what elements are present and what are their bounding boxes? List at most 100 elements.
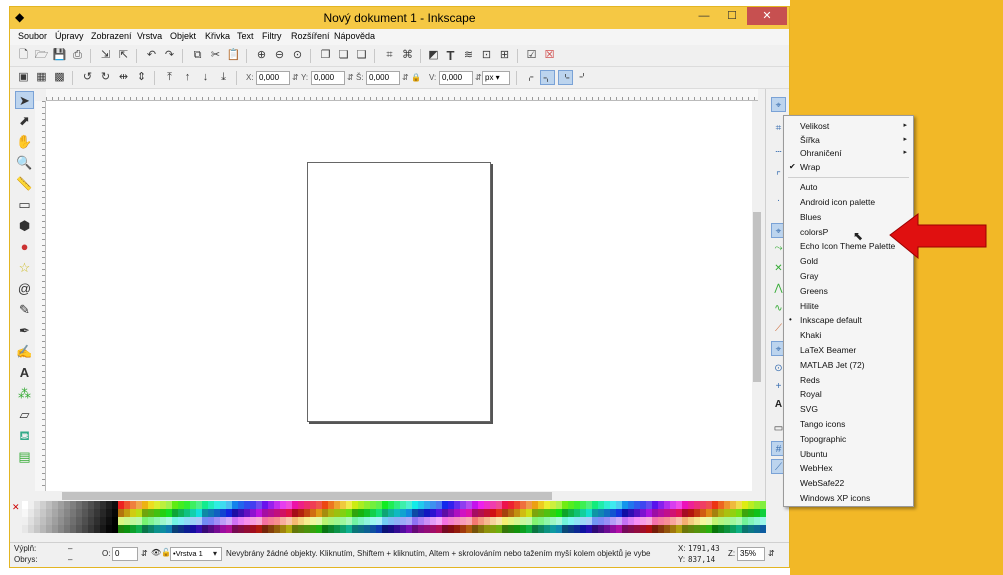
pen-tool-icon[interactable]: ✒ <box>15 322 34 340</box>
palette-item[interactable]: colorsP <box>800 227 828 237</box>
horizontal-scroll-thumb[interactable] <box>62 492 552 500</box>
palette-row[interactable] <box>22 525 768 533</box>
palette-item[interactable]: MATLAB Jet (72) <box>800 360 865 370</box>
pencil-tool-icon[interactable]: ✎ <box>15 301 34 319</box>
move-patterns-icon[interactable]: ⌏ <box>576 70 591 85</box>
fill-stroke-icon[interactable]: ◩ <box>426 48 441 63</box>
unit-select[interactable]: px ▾ <box>482 71 510 85</box>
palette-item-selected[interactable]: Inkscape default <box>800 315 862 325</box>
palette-item[interactable]: Android icon palette <box>800 197 875 207</box>
raise-to-top-icon[interactable]: ⤒ <box>162 70 177 85</box>
color-swatch[interactable] <box>760 517 766 525</box>
palette-scrollbar[interactable] <box>10 533 770 541</box>
palette-item[interactable]: Auto <box>800 182 818 192</box>
close-button[interactable]: ✕ <box>747 7 787 25</box>
palette-item[interactable]: WebHex <box>800 463 832 473</box>
palette-item[interactable]: Windows XP icons <box>800 493 870 503</box>
palette-item[interactable]: Hilite <box>800 301 819 311</box>
zoom-input[interactable]: 35% <box>737 547 765 561</box>
palette-item[interactable]: Blues <box>800 212 821 222</box>
no-paint-icon[interactable]: ✕ <box>12 502 20 513</box>
color-swatch[interactable] <box>760 501 766 509</box>
layers-icon[interactable]: ≋ <box>461 48 476 63</box>
paste-icon[interactable]: 📋 <box>226 48 241 63</box>
text-font-icon[interactable]: T <box>443 48 458 63</box>
x-input[interactable]: 0,000 <box>256 71 290 85</box>
lock-icon[interactable]: 🔒 <box>411 73 421 82</box>
rotate-cw-icon[interactable]: ↻ <box>98 70 113 85</box>
align-distribute-icon[interactable]: ⊞ <box>497 48 512 63</box>
palette-item[interactable]: SVG <box>800 404 818 414</box>
ungroup-icon[interactable]: ⌘ <box>400 48 415 63</box>
height-spin-icon[interactable]: ⇵ <box>475 73 482 82</box>
width-spin-icon[interactable]: ⇵ <box>402 73 409 82</box>
import-icon[interactable]: ⇲ <box>98 48 113 63</box>
height-input[interactable]: 0,000 <box>439 71 473 85</box>
opacity-input[interactable]: 0 <box>112 547 138 561</box>
palette-row[interactable] <box>22 509 768 517</box>
palette-item[interactable]: Gray <box>800 271 818 281</box>
unlink-clone-icon[interactable]: ❑ <box>354 48 369 63</box>
measure-tool-icon[interactable]: 📏 <box>15 175 34 193</box>
scale-corners-icon[interactable]: ⌍ <box>540 70 555 85</box>
lower-to-bottom-icon[interactable]: ⤓ <box>216 70 231 85</box>
menu-text[interactable]: Text <box>237 31 254 41</box>
opacity-spin-icon[interactable]: ⇵ <box>141 549 148 558</box>
zoom-page-icon[interactable]: ⊙ <box>290 48 305 63</box>
cut-icon[interactable]: ✂ <box>208 48 223 63</box>
eraser-tool-icon[interactable]: ▱ <box>15 406 34 424</box>
lower-icon[interactable]: ↓ <box>198 70 213 85</box>
palette-row[interactable] <box>22 501 768 509</box>
palette-item[interactable]: Royal <box>800 389 822 399</box>
document-properties-icon[interactable]: ☑ <box>524 48 539 63</box>
open-icon[interactable]: 🗁 <box>34 48 49 63</box>
zoom-selection-icon[interactable]: ⊕ <box>254 48 269 63</box>
flip-vertical-icon[interactable]: ⇕ <box>134 70 149 85</box>
menu-zobrazeni[interactable]: Zobrazení <box>91 31 132 41</box>
y-spin-icon[interactable]: ⇵ <box>347 73 354 82</box>
layer-dropdown-icon[interactable]: ▾ <box>213 549 217 558</box>
color-swatch[interactable] <box>760 509 766 517</box>
vertical-scroll-thumb[interactable] <box>753 212 761 382</box>
menu-krivka[interactable]: Křivka <box>205 31 230 41</box>
preferences-icon[interactable]: ☒ <box>542 48 557 63</box>
calligraphy-tool-icon[interactable]: ✍ <box>15 343 34 361</box>
copy-icon[interactable]: ⧉ <box>190 48 205 63</box>
deselect-icon[interactable]: ▩ <box>52 70 67 85</box>
palette-item[interactable]: Ubuntu <box>800 449 827 459</box>
selector-tool-icon[interactable]: ➤ <box>15 91 34 109</box>
box3d-tool-icon[interactable]: ⬢ <box>15 217 34 235</box>
ellipse-tool-icon[interactable]: ● <box>15 238 34 256</box>
paint-bucket-tool-icon[interactable]: ⛾ <box>15 427 34 445</box>
clone-icon[interactable]: ❏ <box>336 48 351 63</box>
select-all-icon[interactable]: ▣ <box>16 70 31 85</box>
palette-item[interactable]: Tango icons <box>800 419 845 429</box>
xml-editor-icon[interactable]: ⊡ <box>479 48 494 63</box>
spiral-tool-icon[interactable]: @ <box>15 280 34 298</box>
minimize-button[interactable]: — <box>691 7 717 25</box>
text-tool-icon[interactable]: A <box>15 364 34 382</box>
tweak-tool-icon[interactable]: ✋ <box>15 133 34 151</box>
palette-item[interactable]: Gold <box>800 256 818 266</box>
move-gradients-icon[interactable]: ⌎ <box>558 70 573 85</box>
snap-toggle-icon[interactable]: ⌖ <box>771 97 786 112</box>
menu-upravy[interactable]: Úpravy <box>55 31 84 41</box>
color-swatch[interactable] <box>760 525 766 533</box>
export-icon[interactable]: ⇱ <box>116 48 131 63</box>
menu-filtry[interactable]: Filtry <box>262 31 282 41</box>
stroke-indicator[interactable]: – <box>68 555 72 564</box>
menu-objekt[interactable]: Objekt <box>170 31 196 41</box>
flip-horizontal-icon[interactable]: ⇹ <box>116 70 131 85</box>
raise-icon[interactable]: ↑ <box>180 70 195 85</box>
color-palette[interactable]: ✕ <box>10 501 770 533</box>
palette-item[interactable]: LaTeX Beamer <box>800 345 856 355</box>
new-document-icon[interactable]: 🗋 <box>16 48 31 63</box>
undo-icon[interactable]: ↶ <box>144 48 159 63</box>
print-icon[interactable]: ⎙ <box>70 48 85 63</box>
palette-item[interactable]: Khaki <box>800 330 821 340</box>
layer-visibility-icon[interactable]: 👁 <box>151 548 161 557</box>
spray-tool-icon[interactable]: ⁂ <box>15 385 34 403</box>
star-tool-icon[interactable]: ☆ <box>15 259 34 277</box>
palette-item[interactable]: WebSafe22 <box>800 478 844 488</box>
menu-napoveda[interactable]: Nápověda <box>334 31 375 41</box>
